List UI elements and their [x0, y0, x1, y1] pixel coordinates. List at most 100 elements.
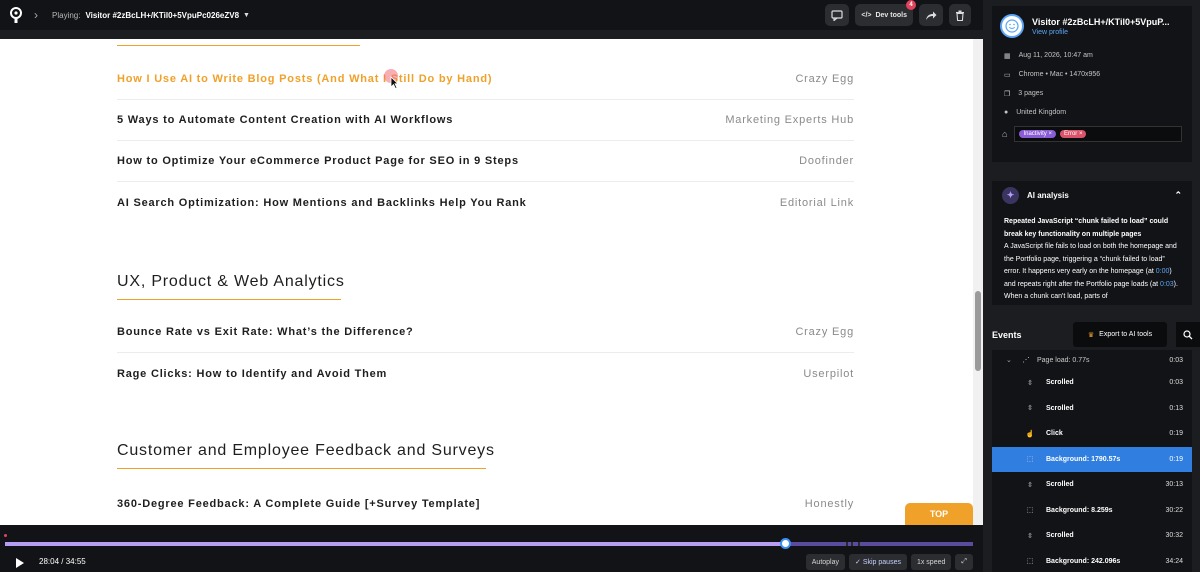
- timestamp-link[interactable]: 0:00: [1156, 268, 1170, 275]
- back-to-top-button[interactable]: TOP: [905, 503, 973, 525]
- timeline-scrubber[interactable]: [780, 538, 791, 549]
- export-label: Export to AI tools: [1099, 331, 1153, 338]
- scroll-icon: ⇳: [1027, 405, 1033, 413]
- share-icon: [926, 11, 937, 20]
- list-item[interactable]: ⬚ Background: 242.096s 34:24: [992, 548, 1192, 572]
- ai-headline: Repeated JavaScript “chunk failed to loa…: [1004, 218, 1169, 238]
- event-label: Page load: 0.77s: [1037, 356, 1090, 364]
- scroll-icon: ⇳: [1027, 481, 1033, 489]
- list-item[interactable]: ⇳ Scrolled 30:32: [992, 523, 1192, 549]
- events-list: ⌄ ⋰ Page load: 0.77s 0:03 ⇳ Scrolled 0:03 ⇳ Sc…: [992, 350, 1192, 572]
- event-label: Scrolled: [1046, 404, 1074, 412]
- article-title: How to Optimize Your eCommerce Product P…: [117, 155, 519, 167]
- dev-tools-button[interactable]: </> Dev tools 4: [855, 0, 916, 26]
- tag-icon: ⌂: [1002, 129, 1008, 139]
- list-item[interactable]: Bounce Rate vs Exit Rate: What’s the Dif…: [117, 312, 854, 353]
- replay-toolbar: › Playing: Visitor #2zBcLH+/KTil0+5VpuPc…: [0, 0, 983, 30]
- tags-row: ⌂ Inactivity × Error ×: [1002, 126, 1182, 142]
- article-title: Rage Clicks: How to Identify and Avoid T…: [117, 367, 388, 380]
- app-logo[interactable]: [6, 5, 26, 25]
- visitor-name: Visitor #2zBcLH+/KTil0+5VpuP...: [1032, 16, 1170, 27]
- chevron-up-icon[interactable]: ⌃: [1174, 190, 1182, 201]
- sparkle-icon: ✦: [1002, 187, 1019, 204]
- list-item[interactable]: How to Optimize Your eCommerce Product P…: [117, 141, 854, 182]
- list-item[interactable]: ☝ Click 0:19: [992, 421, 1192, 447]
- ai-analysis-header[interactable]: ✦ AI analysis ⌃: [992, 181, 1192, 210]
- view-profile-link[interactable]: View profile: [1032, 29, 1182, 36]
- chevron-down-icon[interactable]: ⌄: [1006, 356, 1012, 364]
- avatar: [1000, 14, 1024, 38]
- background-icon: ⬚: [1026, 558, 1034, 566]
- article-source: Honestly: [804, 497, 854, 510]
- comment-button[interactable]: [825, 4, 850, 26]
- article-list-feedback: 360-Degree Feedback: A Complete Guide [+…: [117, 483, 854, 524]
- visitor-card: Visitor #2zBcLH+/KTil0+5VpuP... View pro…: [992, 6, 1192, 162]
- event-label: Background: 242.096s: [1046, 557, 1121, 565]
- events-title: Events: [992, 330, 1022, 340]
- list-item[interactable]: ⇳ Scrolled 0:03: [992, 370, 1192, 396]
- timeline-track[interactable]: [5, 542, 973, 546]
- tag-error[interactable]: Error ×: [1059, 130, 1087, 138]
- article-source: Marketing Experts Hub: [725, 114, 854, 126]
- visitor-selector[interactable]: Visitor #2zBcLH+/KTil0+5VpuPc026eZV8: [85, 11, 239, 20]
- article-list-ux: Bounce Rate vs Exit Rate: What’s the Dif…: [117, 312, 854, 394]
- session-sidebar: Visitor #2zBcLH+/KTil0+5VpuP... View pro…: [983, 0, 1200, 572]
- list-item[interactable]: ⇳ Scrolled 30:13: [992, 472, 1192, 498]
- autoplay-toggle[interactable]: Autoplay: [805, 554, 846, 570]
- timestamp-link[interactable]: 0:03: [1160, 281, 1174, 288]
- export-ai-tools-button[interactable]: ♛ Export to AI tools: [1073, 322, 1167, 347]
- chevron-right-icon: ›: [34, 8, 38, 22]
- section-title: Customer and Employee Feedback and Surve…: [117, 442, 495, 459]
- skip-pauses-label: Skip pauses: [862, 558, 901, 566]
- share-button[interactable]: [919, 4, 943, 26]
- event-label: Click: [1046, 430, 1063, 438]
- dev-tools-badge: 4: [906, 0, 916, 10]
- scrollbar-thumb[interactable]: [975, 291, 981, 371]
- play-icon[interactable]: [16, 558, 24, 568]
- info-pages: ❐ 3 pages: [992, 84, 1192, 103]
- time-display: 28:04 / 34:55: [39, 557, 86, 566]
- page-scrollbar[interactable]: [973, 39, 983, 525]
- article-title: 360-Degree Feedback: A Complete Guide [+…: [117, 497, 481, 510]
- page-load-icon: ⋰: [1022, 357, 1030, 364]
- recorded-page-viewport: How I Use AI to Write Blog Posts (And Wh…: [0, 39, 973, 525]
- list-item[interactable]: ⌄ ⋰ Page load: 0.77s 0:03: [992, 350, 1192, 370]
- list-item[interactable]: ⬚ Background: 8.259s 30:22: [992, 497, 1192, 523]
- tags-input[interactable]: Inactivity × Error ×: [1014, 126, 1182, 142]
- article-source: Doofinder: [799, 155, 854, 167]
- ai-analysis-card: ✦ AI analysis ⌃ Repeated JavaScript “chu…: [992, 181, 1192, 305]
- event-time: 0:19: [1169, 455, 1183, 463]
- list-item[interactable]: ⇳ Scrolled 0:13: [992, 395, 1192, 421]
- delete-button[interactable]: [949, 4, 971, 26]
- session-replay-app: › Playing: Visitor #2zBcLH+/KTil0+5VpuPc…: [0, 0, 1200, 572]
- skip-pauses-toggle[interactable]: ✓ Skip pauses: [849, 554, 907, 570]
- article-source: Crazy Egg: [795, 73, 854, 85]
- list-item[interactable]: 5 Ways to Automate Content Creation with…: [117, 100, 854, 141]
- location-value: United Kingdom: [1016, 109, 1067, 116]
- fullscreen-button[interactable]: ⤢: [955, 554, 973, 570]
- list-item[interactable]: AI Search Optimization: How Mentions and…: [117, 182, 854, 223]
- pages-icon: ❐: [1004, 90, 1011, 98]
- section-heading-feedback: Customer and Employee Feedback and Surve…: [117, 442, 495, 469]
- smiley-icon: [1005, 19, 1019, 33]
- calendar-icon: ▦: [1004, 52, 1011, 60]
- search-events-button[interactable]: [1176, 322, 1200, 347]
- date-value: Aug 11, 2026, 10:47 am: [1018, 52, 1093, 59]
- list-item[interactable]: ⬚ Background: 1790.57s 0:19: [992, 446, 1192, 472]
- caret-down-icon[interactable]: ▼: [243, 12, 250, 19]
- comment-icon: [831, 9, 843, 21]
- pages-value: 3 pages: [1018, 90, 1044, 97]
- section-title: UX, Product & Web Analytics: [117, 273, 345, 290]
- tag-label: Inactivity: [1023, 131, 1047, 137]
- list-item[interactable]: Rage Clicks: How to Identify and Avoid T…: [117, 353, 854, 394]
- speed-button[interactable]: 1x speed: [910, 554, 952, 570]
- list-item[interactable]: 360-Degree Feedback: A Complete Guide [+…: [117, 483, 854, 524]
- list-item[interactable]: How I Use AI to Write Blog Posts (And Wh…: [117, 59, 854, 100]
- click-icon: ☝: [1025, 430, 1035, 438]
- current-time: 28:04: [39, 557, 60, 566]
- location-pin-icon: ●: [1004, 109, 1009, 116]
- event-time: 0:03: [1169, 379, 1183, 387]
- tag-inactivity[interactable]: Inactivity ×: [1019, 130, 1056, 138]
- crown-icon: ♛: [1087, 331, 1095, 339]
- error-marker: [4, 534, 7, 537]
